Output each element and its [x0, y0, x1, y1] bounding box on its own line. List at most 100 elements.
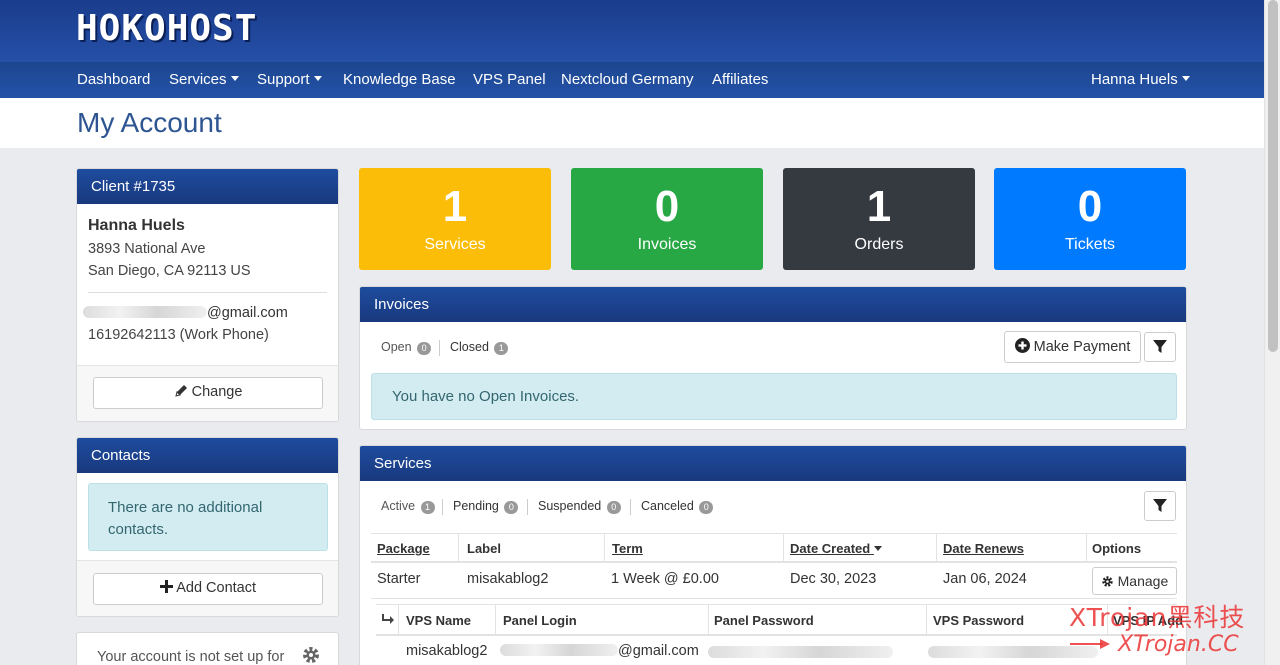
- filter-suspended-label: Suspended: [538, 499, 602, 513]
- nav-services-label: Services: [169, 71, 227, 88]
- tile-tickets[interactable]: 0 Tickets: [994, 168, 1186, 270]
- column-divider: [1086, 534, 1087, 562]
- tile-services[interactable]: 1 Services: [359, 168, 551, 270]
- filter-pending[interactable]: Pending 0: [453, 499, 519, 514]
- column-divider: [926, 605, 927, 635]
- subcolumn-vps-name: VPS Name: [406, 613, 472, 628]
- nav-nextcloud-germany[interactable]: Nextcloud Germany: [561, 71, 694, 88]
- page-title: My Account: [77, 107, 222, 138]
- user-menu[interactable]: Hanna Huels: [1091, 71, 1190, 88]
- client-address-line2: San Diego, CA 92113 US: [88, 263, 251, 279]
- client-card: Client #1735 Hanna Huels 3893 National A…: [76, 168, 339, 422]
- tile-invoices[interactable]: 0 Invoices: [571, 168, 763, 270]
- nav-knowledge-base[interactable]: Knowledge Base: [343, 71, 456, 88]
- filter-active[interactable]: Active 1: [381, 499, 435, 514]
- filter-canceled[interactable]: Canceled 0: [641, 499, 714, 514]
- brand-logo[interactable]: HOKOHOST: [76, 8, 257, 49]
- filter-open[interactable]: Open 0: [381, 340, 432, 355]
- column-divider: [936, 534, 937, 562]
- top-header: HOKOHOST: [0, 0, 1264, 62]
- service-date-created: Dec 30, 2023: [790, 571, 877, 587]
- redacted-email-user: [83, 306, 207, 318]
- tile-orders[interactable]: 1 Orders: [783, 168, 975, 270]
- invoice-filters: Open 0 Closed 1: [381, 340, 581, 356]
- plus-circle-icon: [1014, 338, 1030, 353]
- filter-closed-count: 1: [494, 342, 509, 355]
- column-package[interactable]: Package: [377, 541, 430, 556]
- subrow-arrow-icon: [382, 614, 394, 624]
- nav-support[interactable]: Support: [257, 71, 322, 88]
- column-date-renews[interactable]: Date Renews: [943, 541, 1024, 556]
- filter-open-label: Open: [381, 340, 412, 354]
- tile-invoices-label: Invoices: [637, 236, 697, 253]
- invoices-card: Invoices Open 0 Closed 1 Make Payment Yo…: [359, 286, 1187, 430]
- service-label: misakablog2: [467, 571, 549, 587]
- scrollbar-thumb[interactable]: [1268, 0, 1278, 352]
- vps-panel-login: @gmail.com: [500, 643, 699, 659]
- change-button[interactable]: Change: [93, 377, 323, 409]
- service-filters: Active 1 Pending 0 Suspended 0 Canceled …: [381, 499, 741, 515]
- column-divider: [495, 605, 496, 635]
- filter-pending-count: 0: [504, 501, 519, 514]
- filter-divider: [630, 499, 631, 515]
- nav-dashboard[interactable]: Dashboard: [77, 71, 150, 88]
- nav-affiliates[interactable]: Affiliates: [712, 71, 768, 88]
- tile-services-count: 1: [442, 182, 468, 231]
- column-date-created-label: Date Created: [790, 541, 871, 556]
- gear-icon: [303, 647, 319, 663]
- column-term[interactable]: Term: [612, 541, 643, 556]
- nav-services[interactable]: Services: [169, 71, 239, 88]
- watermark-arrow-icon: [1070, 639, 1110, 649]
- divider: [88, 292, 327, 293]
- invoices-card-header: Invoices: [360, 287, 1186, 322]
- make-payment-button[interactable]: Make Payment: [1004, 331, 1141, 363]
- invoices-filter-button[interactable]: [1144, 332, 1176, 362]
- manage-button[interactable]: Manage: [1092, 567, 1177, 595]
- filter-active-label: Active: [381, 499, 416, 513]
- service-package: Starter: [377, 571, 421, 587]
- tile-services-label: Services: [424, 236, 486, 253]
- tile-orders-count: 1: [866, 182, 892, 231]
- watermark-url: XTrojan.CC: [1118, 632, 1239, 657]
- nav-vps-panel[interactable]: VPS Panel: [473, 71, 546, 88]
- filter-canceled-label: Canceled: [641, 499, 694, 513]
- filter-suspended[interactable]: Suspended 0: [538, 499, 621, 514]
- column-divider: [783, 534, 784, 562]
- filter-pending-label: Pending: [453, 499, 499, 513]
- pencil-icon: [174, 385, 187, 397]
- filter-suspended-count: 0: [606, 501, 621, 514]
- plus-icon: [159, 580, 173, 593]
- client-email: @gmail.com: [83, 305, 288, 321]
- subcolumn-vps-password: VPS Password: [933, 613, 1025, 628]
- subcolumn-panel-login: Panel Login: [503, 613, 577, 628]
- page-scrollbar[interactable]: [1264, 0, 1280, 665]
- column-label[interactable]: Label: [467, 541, 501, 556]
- contacts-card-header: Contacts: [77, 438, 338, 473]
- tile-orders-label: Orders: [854, 236, 904, 253]
- column-date-created[interactable]: Date Created: [790, 541, 882, 556]
- vps-name: misakablog2: [406, 643, 488, 659]
- manage-button-label: Manage: [1117, 573, 1169, 589]
- sort-desc-icon: [873, 546, 882, 551]
- column-divider: [604, 534, 605, 562]
- client-card-header: Client #1735: [77, 169, 338, 204]
- filter-closed[interactable]: Closed 1: [450, 340, 509, 355]
- filter-divider: [439, 340, 440, 356]
- vps-panel-login-domain: @gmail.com: [618, 643, 699, 659]
- client-name: Hanna Huels: [88, 217, 185, 234]
- client-email-domain: @gmail.com: [207, 305, 288, 321]
- filter-closed-label: Closed: [450, 340, 489, 354]
- add-contact-button[interactable]: Add Contact: [93, 573, 323, 605]
- make-payment-label: Make Payment: [1033, 339, 1131, 355]
- funnel-icon: [1153, 340, 1167, 353]
- invoices-empty-message: You have no Open Invoices.: [371, 373, 1177, 420]
- client-address-line1: 3893 National Ave: [88, 241, 206, 257]
- nav-support-label: Support: [257, 71, 310, 88]
- column-divider: [458, 534, 459, 562]
- services-filter-button[interactable]: [1144, 491, 1176, 521]
- filter-divider: [442, 499, 443, 515]
- filter-divider: [527, 499, 528, 515]
- filter-open-count: 0: [417, 342, 432, 355]
- contacts-card: Contacts There are no additional contact…: [76, 437, 339, 617]
- filter-active-count: 1: [420, 501, 435, 514]
